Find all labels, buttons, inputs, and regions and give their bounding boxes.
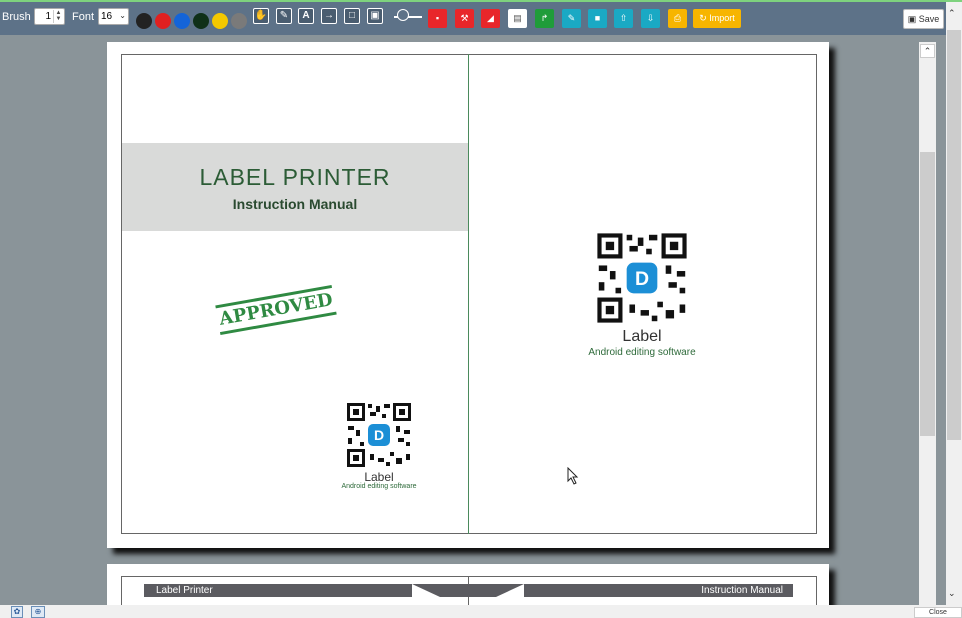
settings-icon[interactable]: ✿ xyxy=(11,606,23,618)
svg-text:D: D xyxy=(635,268,649,290)
chevron-up-icon[interactable]: ⌃ xyxy=(920,44,935,58)
note-icon[interactable]: ■ xyxy=(588,9,607,28)
toolbar: Brush 1 ▲ ▼ Font 16 ⌄ ✋ ✎ A → □ ▣ ▪ ⚒ ◢ ▤… xyxy=(0,2,962,35)
color-swatch-yellow[interactable] xyxy=(212,13,228,29)
window-scrollbar[interactable]: ⌃ ⌄ xyxy=(946,2,962,605)
pencil-icon[interactable]: ✎ xyxy=(276,8,292,24)
header-left-text: Label Printer xyxy=(156,585,213,596)
close-button[interactable]: Close xyxy=(914,607,962,618)
save-button[interactable]: ▣ Save xyxy=(903,9,944,29)
brush-size-stepper[interactable]: 1 ▲ ▼ xyxy=(34,8,65,25)
download-icon[interactable]: ⇩ xyxy=(641,9,660,28)
import-button[interactable]: ↻ Import xyxy=(693,9,741,28)
opacity-slider-knob[interactable] xyxy=(397,9,409,21)
wrench-icon[interactable]: ⚒ xyxy=(455,9,474,28)
color-swatch-blue[interactable] xyxy=(174,13,190,29)
brush-label: Brush xyxy=(2,11,31,23)
edit-icon[interactable]: ✎ xyxy=(562,9,581,28)
status-bar: ✿ ⊕ xyxy=(0,605,962,618)
print-icon[interactable]: ⎙ xyxy=(668,9,687,28)
scroll-down-icon[interactable]: ⌄ xyxy=(948,588,956,599)
color-swatch-gray[interactable] xyxy=(231,13,247,29)
font-label: Font xyxy=(72,11,95,23)
document-viewer[interactable]: LABEL PRINTER Instruction Manual APPROVE… xyxy=(10,42,936,605)
font-size-value: 16 xyxy=(101,11,113,22)
rectangle-icon[interactable]: □ xyxy=(344,8,360,24)
page-frame xyxy=(121,54,817,534)
save-icon: ▣ xyxy=(907,14,917,24)
qr-subtitle-large: Android editing software xyxy=(588,347,696,358)
image-icon[interactable]: ▣ xyxy=(367,8,383,24)
svg-text:D: D xyxy=(374,427,384,443)
qr-subtitle-small: Android editing software xyxy=(341,483,417,490)
color-swatch-black[interactable] xyxy=(136,13,152,29)
text-icon[interactable]: A xyxy=(298,8,314,24)
font-size-select[interactable]: 16 ⌄ xyxy=(98,8,129,25)
header-bar-connector xyxy=(412,584,524,597)
viewer-scrollbar[interactable]: ⌃ xyxy=(919,42,936,605)
page-fold-line xyxy=(468,54,469,534)
color-swatch-red[interactable] xyxy=(155,13,171,29)
page-subtitle: Instruction Manual xyxy=(232,196,358,212)
stepper-arrows-icon[interactable]: ▲ ▼ xyxy=(53,10,63,23)
pdf-page-2: Label Printer Instruction Manual xyxy=(107,564,829,605)
delete-icon[interactable]: ▪ xyxy=(428,9,447,28)
header-bar-left: Label Printer xyxy=(144,584,412,597)
header-right-text: Instruction Manual xyxy=(701,585,783,596)
globe-icon[interactable]: ⊕ xyxy=(31,606,45,618)
header-bar-right: Instruction Manual xyxy=(524,584,793,597)
page-title: LABEL PRINTER xyxy=(199,164,391,190)
mouse-cursor-icon xyxy=(567,467,579,485)
qr-code-small: D xyxy=(346,402,412,468)
hand-icon[interactable]: ✋ xyxy=(253,8,269,24)
qr-label-large: Label xyxy=(622,328,662,345)
upload-icon[interactable]: ⇧ xyxy=(614,9,633,28)
save-label: Save xyxy=(918,14,940,24)
brush-size-value: 1 xyxy=(45,11,51,22)
qr-label-small: Label xyxy=(364,470,394,484)
redo-icon[interactable]: ↱ xyxy=(535,9,554,28)
document-icon[interactable]: ▤ xyxy=(508,9,527,28)
refresh-icon: ↻ xyxy=(699,13,707,23)
arrow-icon[interactable]: → xyxy=(321,8,337,24)
chevron-down-icon: ⌄ xyxy=(119,11,126,20)
viewer-scrollbar-thumb[interactable] xyxy=(920,152,935,436)
import-label: Import xyxy=(709,13,735,23)
scroll-up-icon[interactable]: ⌃ xyxy=(948,8,956,19)
pdf-page-1: LABEL PRINTER Instruction Manual APPROVE… xyxy=(107,42,829,548)
window-scrollbar-thumb[interactable] xyxy=(947,30,961,440)
qr-code-large: D xyxy=(596,232,688,324)
eraser-icon[interactable]: ◢ xyxy=(481,9,500,28)
color-swatch-dark-green[interactable] xyxy=(193,13,209,29)
